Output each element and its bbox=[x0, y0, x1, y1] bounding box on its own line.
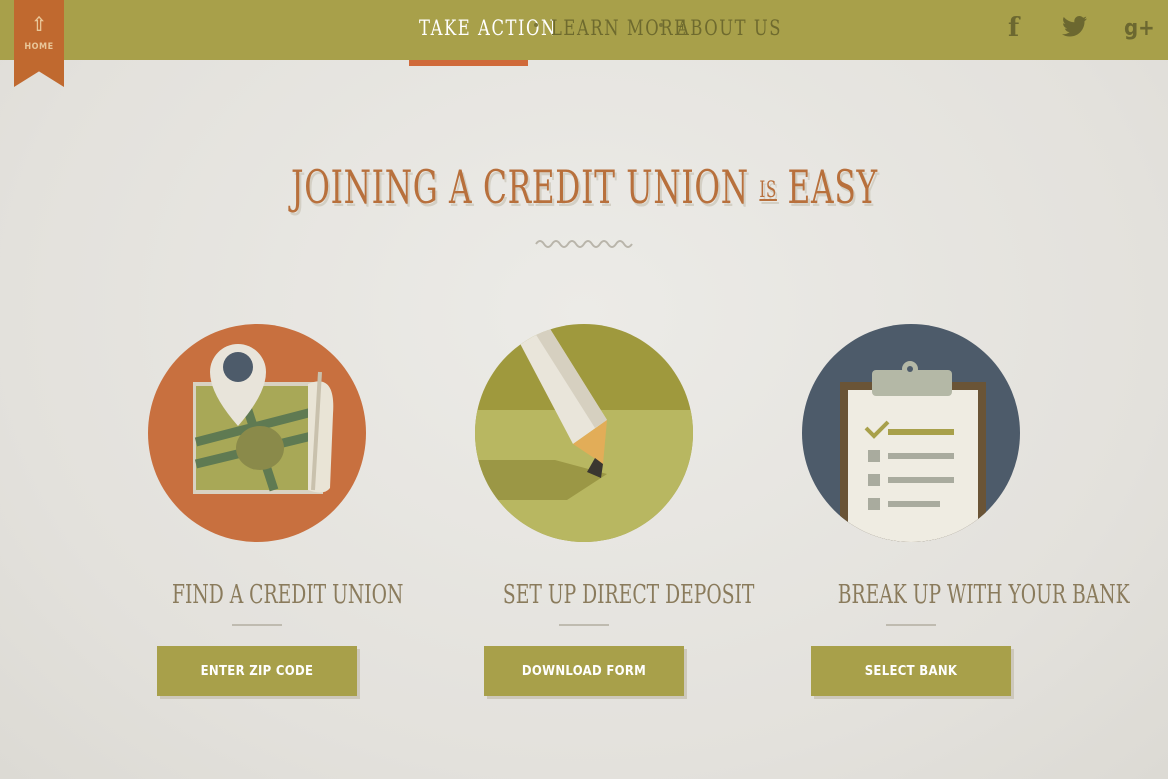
main-nav: TAKE ACTION LEARN MORE ABOUT US bbox=[0, 0, 1168, 60]
headline-part1: JOINING A CREDIT UNION bbox=[290, 160, 749, 214]
divider bbox=[886, 624, 936, 626]
headline-part2: EASY bbox=[787, 160, 878, 214]
select-bank-button[interactable]: SELECT BANK bbox=[811, 646, 1011, 696]
page-headline: JOINING A CREDIT UNION IS EASY bbox=[0, 160, 1168, 214]
step-2-title: SET UP DIRECT DEPOSIT bbox=[502, 580, 755, 610]
active-tab-indicator bbox=[409, 60, 528, 66]
step-direct-deposit: SET UP DIRECT DEPOSIT DOWNLOAD FORM bbox=[454, 324, 754, 696]
twitter-icon[interactable] bbox=[1062, 16, 1088, 44]
nav-learn-more[interactable]: LEARN MORE bbox=[551, 16, 688, 40]
map-pin-icon bbox=[148, 324, 366, 542]
clipboard-icon bbox=[802, 324, 1020, 542]
decorative-squiggle bbox=[535, 240, 633, 248]
nav-separator-dot bbox=[534, 23, 538, 27]
pencil-icon bbox=[475, 324, 693, 542]
step-1-title: FIND A CREDIT UNION bbox=[171, 580, 404, 610]
nav-take-action[interactable]: TAKE ACTION bbox=[419, 16, 557, 40]
google-plus-icon[interactable]: g+ bbox=[1124, 16, 1155, 41]
facebook-icon[interactable]: f bbox=[1008, 13, 1019, 43]
enter-zip-code-button[interactable]: ENTER ZIP CODE bbox=[157, 646, 357, 696]
step-break-up-bank: BREAK UP WITH YOUR BANK SELECT BANK bbox=[781, 324, 1130, 696]
headline-is: IS bbox=[758, 178, 777, 203]
nav-about-us[interactable]: ABOUT US bbox=[677, 16, 782, 40]
download-form-button[interactable]: DOWNLOAD FORM bbox=[484, 646, 684, 696]
divider bbox=[559, 624, 609, 626]
step-find-credit-union: FIND A CREDIT UNION ENTER ZIP CODE bbox=[127, 324, 403, 696]
step-3-title: BREAK UP WITH YOUR BANK bbox=[837, 580, 1130, 610]
nav-separator-dot bbox=[659, 23, 663, 27]
divider bbox=[232, 624, 282, 626]
